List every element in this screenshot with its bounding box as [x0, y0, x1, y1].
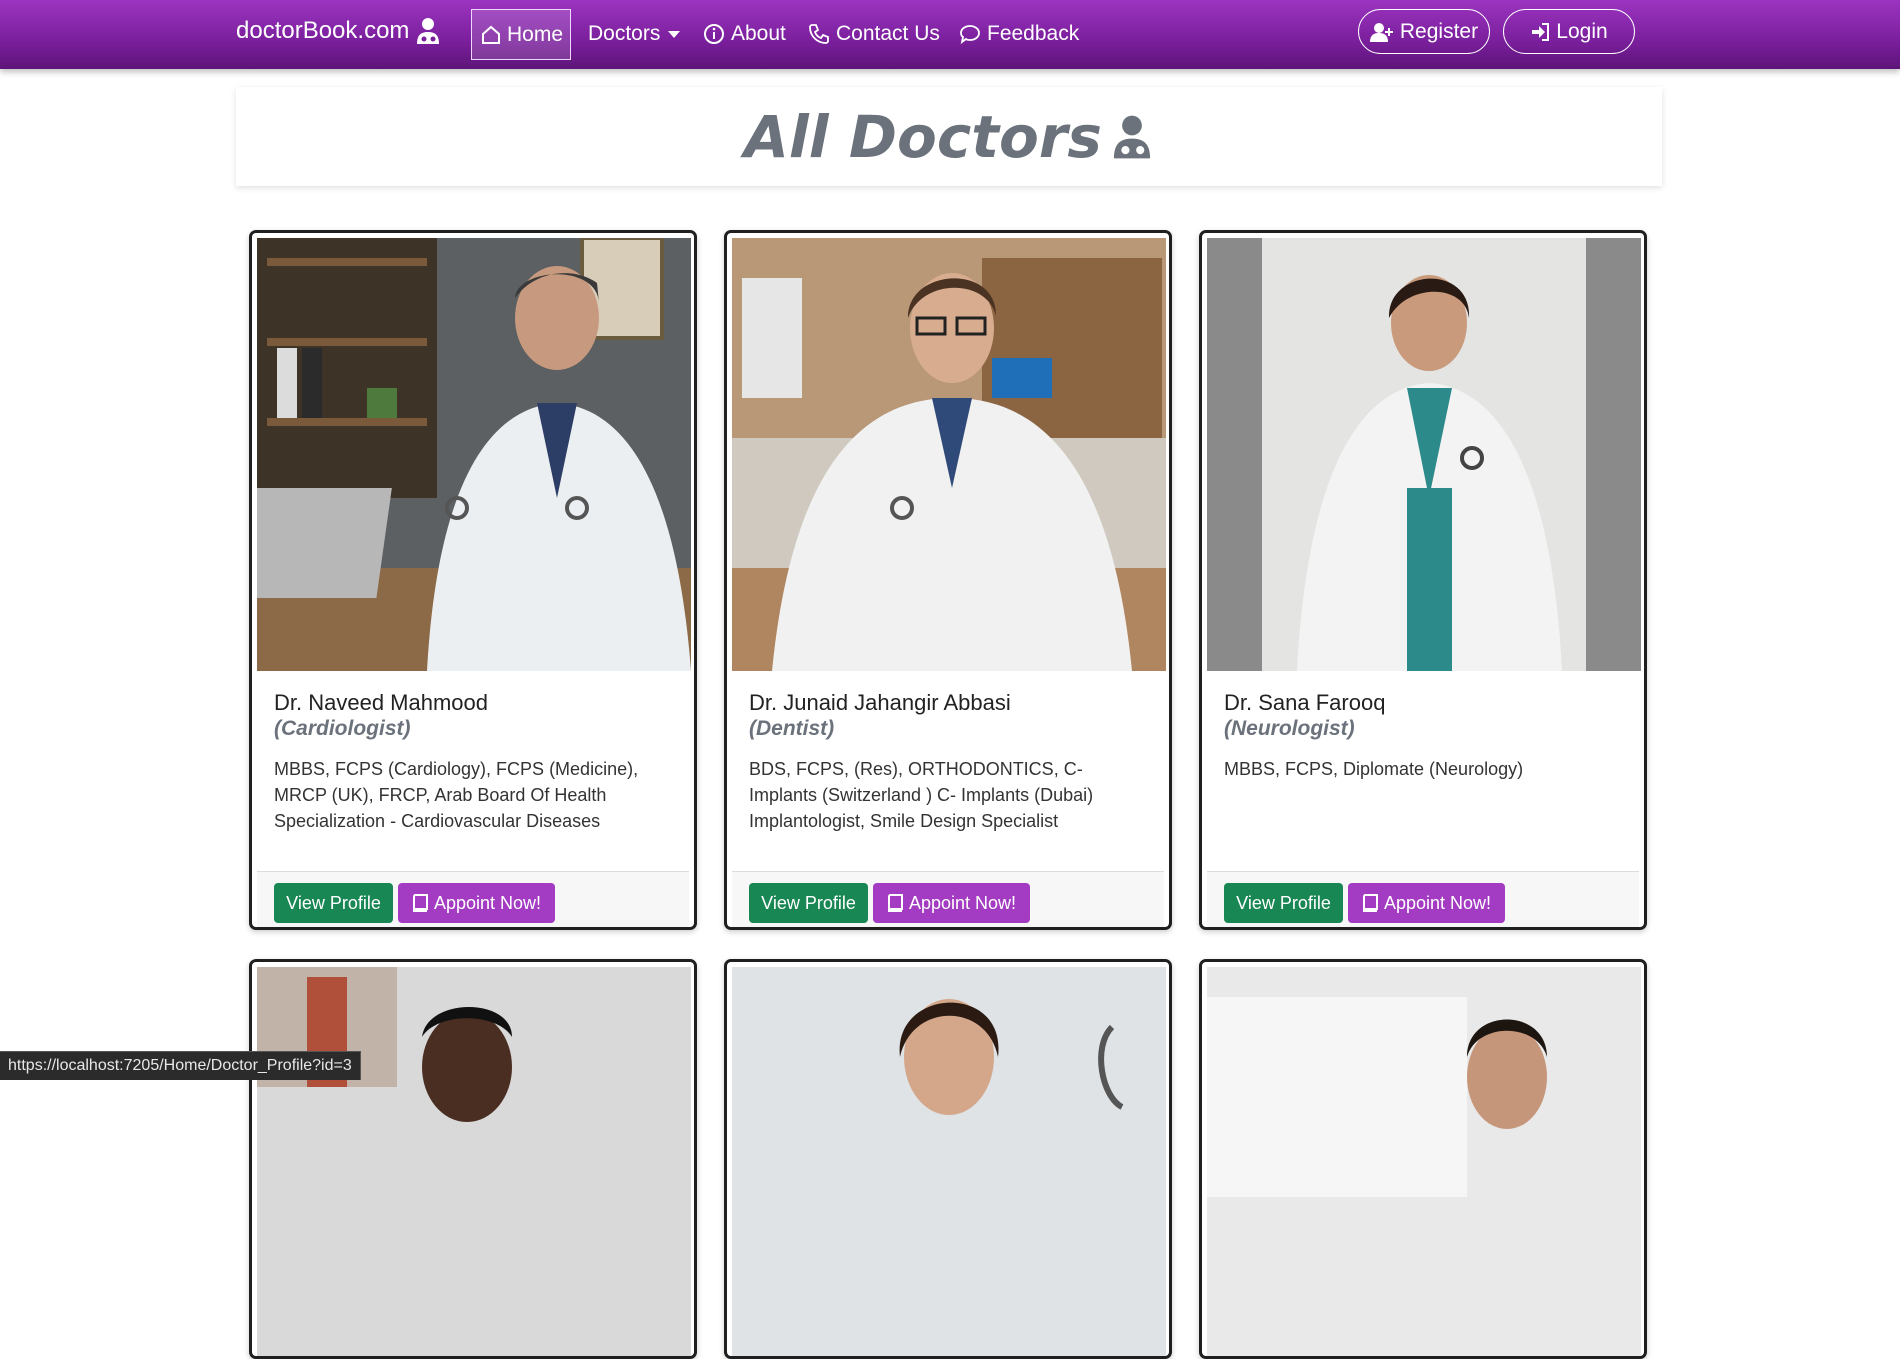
appoint-now-button[interactable]: Appoint Now! [1348, 883, 1505, 923]
card-footer: View Profile Appoint Now! [732, 871, 1164, 927]
doctor-card: Dr. Naveed Mahmood (Cardiologist) MBBS, … [249, 230, 697, 930]
sign-in-icon [1530, 22, 1550, 42]
login-label: Login [1556, 19, 1608, 43]
doctor-name: Dr. Naveed Mahmood [274, 690, 488, 715]
card-footer: View Profile Appoint Now! [257, 871, 689, 927]
nav-home[interactable]: Home [471, 9, 571, 60]
appoint-now-label: Appoint Now! [1383, 892, 1492, 913]
doctor-qualifications: MBBS, FCPS (Cardiology), FCPS (Medicine)… [274, 759, 639, 831]
doctor-specialty: (Cardiologist) [274, 717, 411, 740]
doctor-name: Dr. Sana Farooq [1224, 690, 1386, 715]
doctor-photo [732, 967, 1166, 1356]
view-profile-button[interactable]: View Profile [749, 883, 868, 923]
nav-feedback[interactable]: Feedback [950, 15, 1088, 53]
doctor-card [724, 959, 1172, 1359]
doctor-icon [415, 17, 441, 45]
nav-contact[interactable]: Contact Us [799, 15, 949, 53]
doctor-name: Dr. Junaid Jahangir Abbasi [749, 690, 1011, 715]
nav-about-label: About [731, 22, 786, 45]
chat-icon [959, 23, 981, 45]
login-button[interactable]: Login [1503, 9, 1635, 54]
doctor-specialty: (Dentist) [749, 717, 835, 740]
info-circle-icon [703, 23, 725, 45]
book-icon [412, 894, 428, 912]
register-button[interactable]: Register [1358, 9, 1490, 54]
doctor-icon [1110, 114, 1154, 160]
nav-doctors-dropdown[interactable]: Doctors [579, 15, 689, 53]
book-icon [887, 894, 903, 912]
top-navbar: doctorBook.com Home Doctors About Contac… [0, 0, 1900, 69]
doctor-card: Dr. Junaid Jahangir Abbasi (Dentist) BDS… [724, 230, 1172, 930]
appoint-now-button[interactable]: Appoint Now! [398, 883, 555, 923]
page-header: All Doctors [236, 87, 1662, 186]
nav-home-label: Home [507, 22, 564, 46]
nav-doctors-label: Doctors [588, 22, 661, 45]
page-title: All Doctors [744, 102, 1102, 171]
appoint-now-label: Appoint Now! [908, 892, 1017, 913]
doctor-photo [732, 238, 1166, 671]
view-profile-button[interactable]: View Profile [1224, 883, 1343, 923]
user-plus-icon [1369, 22, 1394, 42]
house-icon [481, 25, 501, 45]
doctor-card [249, 959, 697, 1359]
nav-about[interactable]: About [694, 15, 795, 53]
doctor-photo [257, 967, 691, 1356]
view-profile-button[interactable]: View Profile [274, 883, 393, 923]
appoint-now-label: Appoint Now! [433, 892, 542, 913]
brand-text: doctorBook.com [236, 17, 410, 44]
doctor-card: Dr. Sana Farooq (Neurologist) MBBS, FCPS… [1199, 230, 1647, 930]
nav-feedback-label: Feedback [987, 22, 1080, 45]
register-label: Register [1399, 19, 1479, 43]
doctor-specialty: (Neurologist) [1224, 717, 1355, 740]
doctor-card [1199, 959, 1647, 1359]
doctor-qualifications: BDS, FCPS, (Res), ORTHODONTICS, C-Implan… [749, 759, 1094, 831]
doctor-photo [1207, 238, 1641, 671]
doctor-qualifications: MBBS, FCPS, Diplomate (Neurology) [1224, 759, 1524, 779]
book-icon [1362, 894, 1378, 912]
phone-icon [808, 23, 830, 45]
doctor-photo [1207, 967, 1641, 1356]
card-footer: View Profile Appoint Now! [1207, 871, 1639, 927]
appoint-now-button[interactable]: Appoint Now! [873, 883, 1030, 923]
browser-status-url: https://localhost:7205/Home/Doctor_Profi… [0, 1051, 361, 1080]
nav-contact-label: Contact Us [836, 22, 940, 45]
doctor-photo [257, 238, 691, 671]
caret-down-icon [668, 30, 681, 38]
brand-logo[interactable]: doctorBook.com [236, 17, 441, 45]
